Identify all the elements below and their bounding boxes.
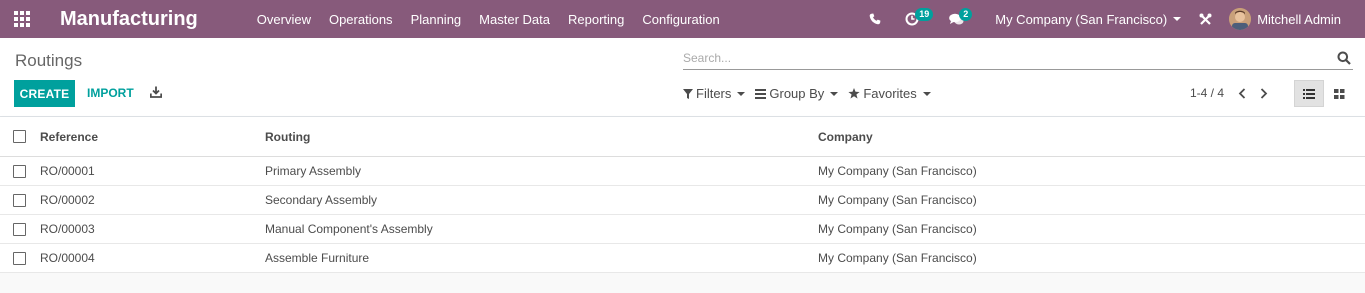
activity-count-badge: 19 [915, 8, 934, 21]
row-checkbox[interactable] [13, 194, 26, 207]
menu-item-operations[interactable]: Operations [320, 12, 402, 27]
systray: 19 2 My Company (San Francisco) Mitchell… [869, 0, 1365, 38]
cell-company: My Company (San Francisco) [818, 222, 977, 236]
select-all-checkbox[interactable] [13, 130, 26, 143]
menu-item-master-data[interactable]: Master Data [470, 12, 559, 27]
favorites-dropdown[interactable]: Favorites [848, 86, 931, 101]
filters-dropdown[interactable]: Filters [683, 86, 746, 101]
routings-table: Reference Routing Company RO/00001 Prima… [0, 117, 1365, 273]
filter-icon [683, 88, 693, 99]
cell-reference: RO/00004 [40, 251, 95, 265]
messages-count-badge: 2 [959, 8, 973, 21]
favorites-label: Favorites [863, 86, 917, 101]
cell-company: My Company (San Francisco) [818, 193, 977, 207]
row-checkbox[interactable] [13, 252, 26, 265]
menu-item-planning[interactable]: Planning [402, 12, 471, 27]
chevron-down-icon [737, 91, 746, 96]
row-checkbox[interactable] [13, 223, 26, 236]
cell-routing: Secondary Assembly [265, 193, 378, 207]
group-by-dropdown[interactable]: Group By [755, 86, 839, 101]
search-input[interactable] [683, 48, 1323, 68]
chevron-down-icon [830, 91, 839, 96]
menu-item-overview[interactable]: Overview [248, 12, 320, 27]
kanban-view-icon[interactable] [1324, 80, 1354, 107]
apps-menu-icon[interactable] [0, 0, 44, 38]
list-view-icon[interactable] [1294, 80, 1324, 107]
menu-item-reporting[interactable]: Reporting [559, 12, 633, 27]
download-icon[interactable] [149, 86, 163, 101]
column-header-routing[interactable]: Routing [265, 117, 310, 157]
breadcrumb: Routings [15, 51, 83, 70]
chevron-down-icon [922, 91, 931, 96]
create-button[interactable]: CREATE [14, 80, 75, 107]
column-header-company[interactable]: Company [818, 117, 873, 157]
user-menu[interactable]: Mitchell Admin [1229, 0, 1341, 38]
column-header-reference[interactable]: Reference [40, 117, 98, 157]
bars-icon [755, 88, 767, 99]
cell-reference: RO/00001 [40, 164, 95, 178]
table-header: Reference Routing Company [0, 117, 1365, 157]
row-checkbox[interactable] [13, 165, 26, 178]
cell-reference: RO/00002 [40, 193, 95, 207]
chevron-down-icon [1173, 17, 1182, 21]
top-navbar: Manufacturing Overview Operations Planni… [0, 0, 1365, 38]
debug-tools-icon[interactable] [1199, 0, 1215, 38]
control-panel: Routings CREATE IMPORT Filters Group By … [0, 38, 1365, 117]
chevron-left-icon[interactable] [1238, 87, 1246, 99]
avatar [1229, 8, 1252, 30]
cell-reference: RO/00003 [40, 222, 95, 236]
user-name: Mitchell Admin [1257, 11, 1341, 27]
cell-routing: Primary Assembly [265, 164, 362, 178]
star-icon [848, 88, 860, 99]
activity-menu[interactable]: 19 [905, 0, 937, 38]
table-row[interactable]: RO/00001 Primary Assembly My Company (Sa… [0, 157, 1365, 186]
pager-value[interactable]: 1-4 / 4 [1190, 86, 1224, 100]
table-row[interactable]: RO/00002 Secondary Assembly My Company (… [0, 186, 1365, 215]
group-by-label: Group By [769, 86, 825, 101]
table-row[interactable]: RO/00003 Manual Component's Assembly My … [0, 215, 1365, 244]
messaging-menu[interactable]: 2 [949, 0, 979, 38]
search-icon[interactable] [1337, 51, 1351, 68]
company-switcher[interactable]: My Company (San Francisco) [995, 0, 1182, 38]
menu-item-configuration[interactable]: Configuration [633, 12, 728, 27]
cell-routing: Manual Component's Assembly [265, 222, 433, 236]
company-name: My Company (San Francisco) [995, 11, 1168, 27]
phone-icon[interactable] [869, 0, 893, 38]
search-options: Filters Group By Favorites [683, 86, 931, 101]
app-title[interactable]: Manufacturing [60, 8, 198, 31]
search-bar [683, 48, 1353, 70]
cell-company: My Company (San Francisco) [818, 164, 977, 178]
view-switcher [1294, 80, 1354, 107]
pager: 1-4 / 4 [1190, 86, 1268, 100]
main-menu: Overview Operations Planning Master Data… [248, 0, 729, 38]
table-row[interactable]: RO/00004 Assemble Furniture My Company (… [0, 244, 1365, 273]
chevron-right-icon[interactable] [1260, 87, 1268, 99]
import-button[interactable]: IMPORT [87, 86, 134, 100]
filters-label: Filters [696, 86, 732, 101]
cell-company: My Company (San Francisco) [818, 251, 977, 265]
cell-routing: Assemble Furniture [265, 251, 370, 265]
